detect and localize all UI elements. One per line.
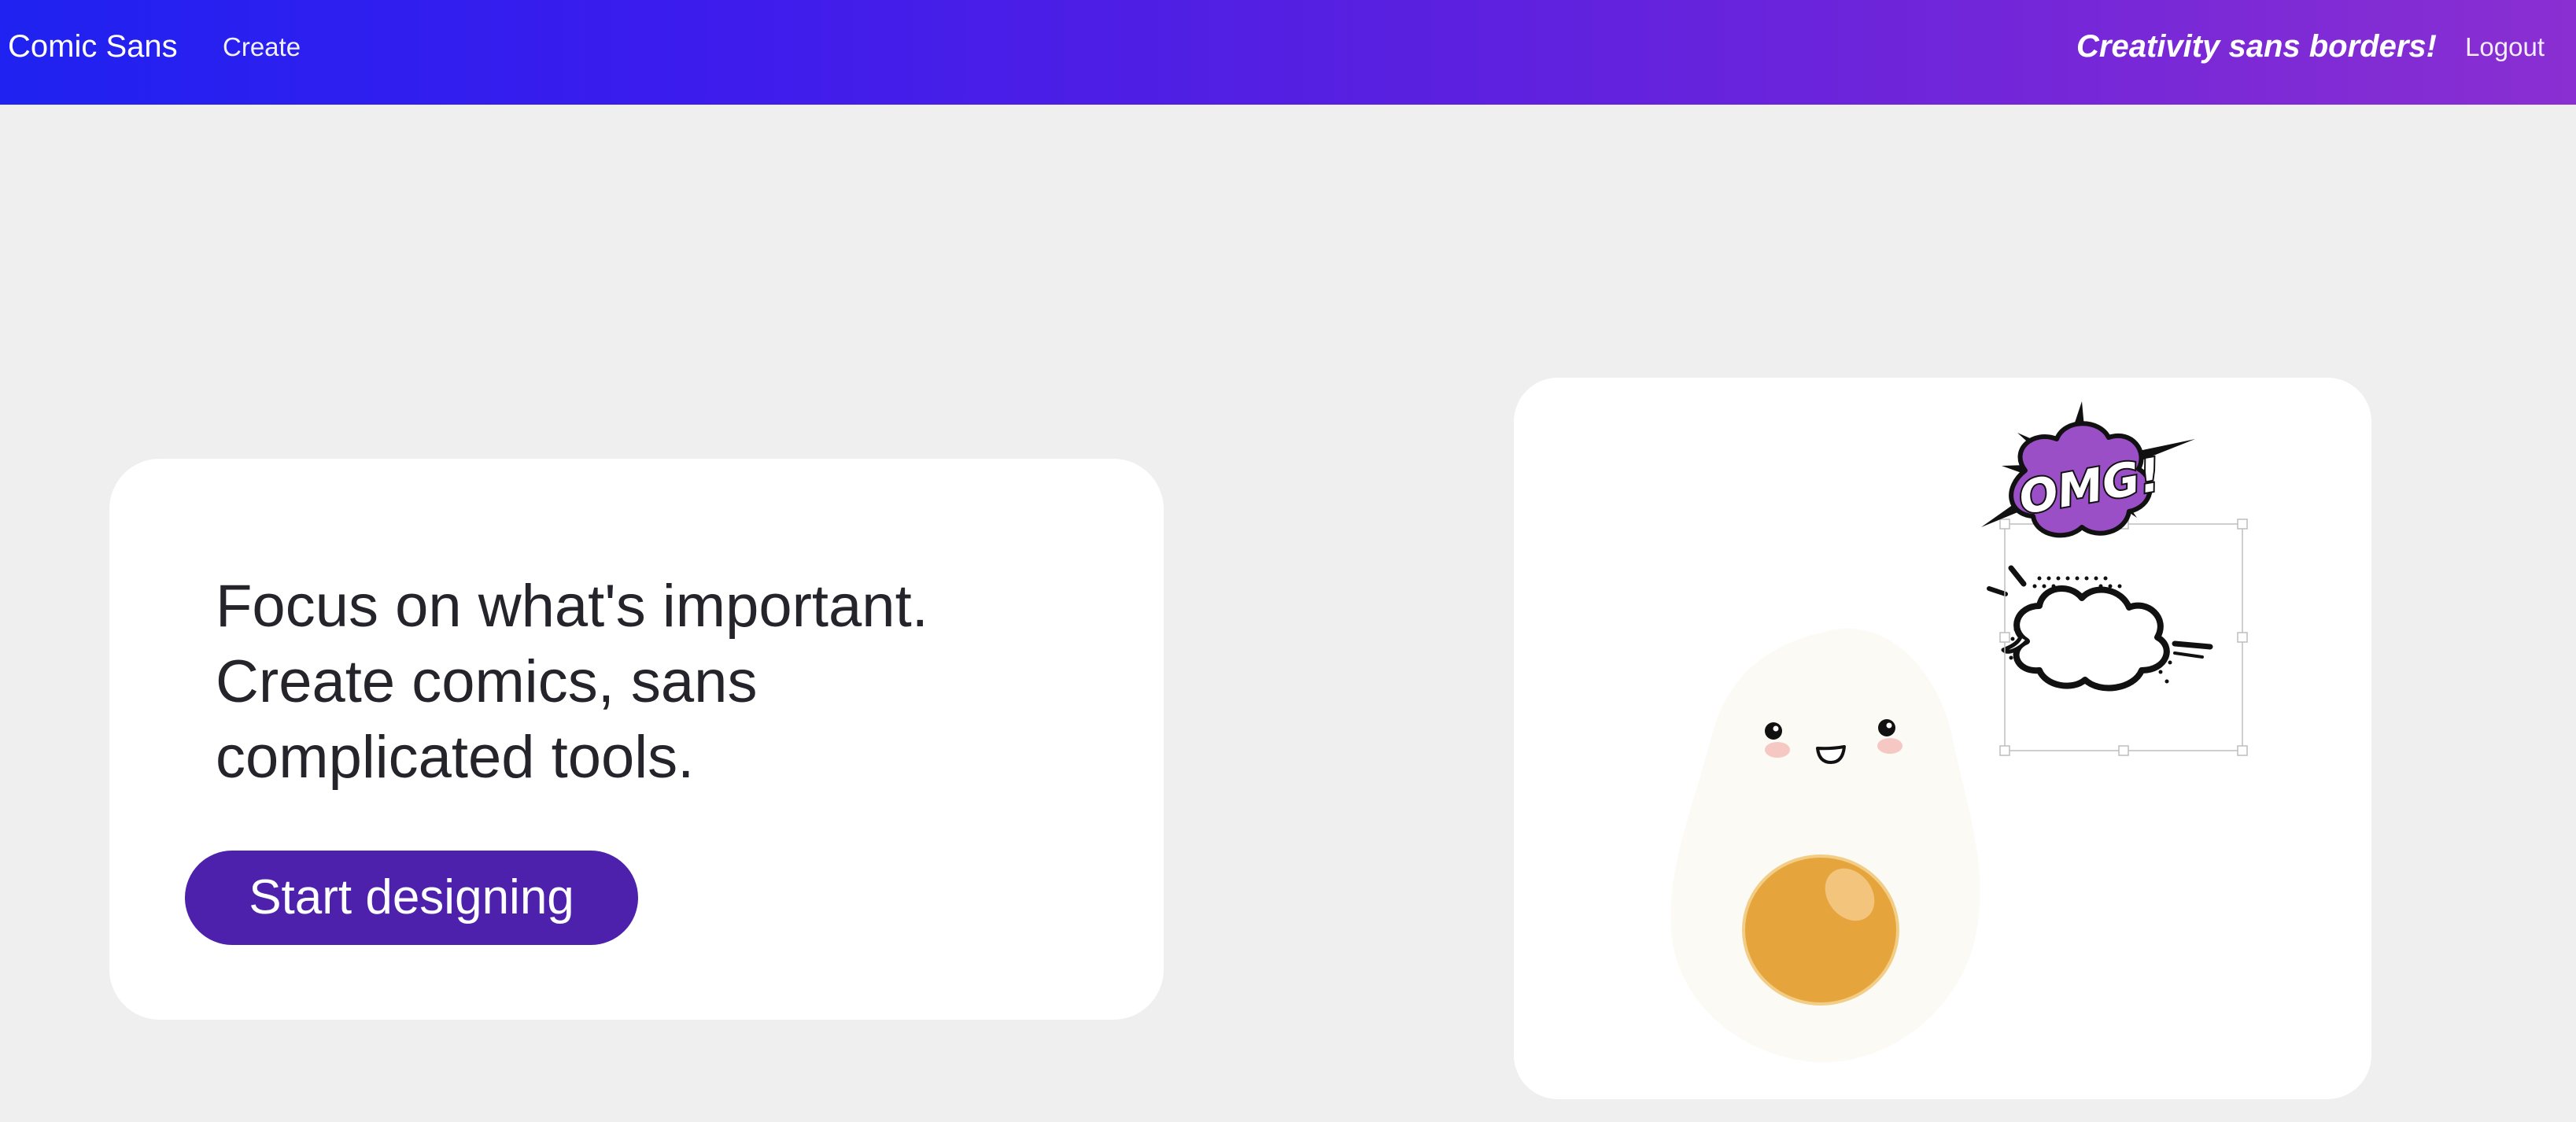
nav-create-link[interactable]: Create: [223, 30, 301, 65]
speech-bubble-icon: [1987, 565, 2213, 692]
start-designing-button[interactable]: Start designing: [185, 851, 638, 945]
comic-preview-illustration: OMG!: [1670, 401, 2248, 1062]
omg-burst-icon: OMG!: [1981, 401, 2195, 538]
top-navbar: Comic Sans Create Creativity sans border…: [0, 0, 2576, 105]
logout-link[interactable]: Logout: [2465, 30, 2545, 65]
tagline: Creativity sans borders!: [2076, 29, 2437, 64]
hero-line-3: complicated tools.: [216, 724, 695, 791]
egg-character-icon: [1670, 629, 1980, 1062]
hero-line-2: Create comics, sans: [216, 648, 758, 715]
hero-card: Focus on what's important. Create comics…: [109, 459, 1164, 1020]
brand-link[interactable]: Comic Sans: [8, 27, 178, 66]
hero-line-1: Focus on what's important.: [216, 573, 928, 640]
hero-headline: Focus on what's important. Create comics…: [216, 569, 1081, 795]
comic-preview-card: OMG!: [1514, 378, 2371, 1099]
